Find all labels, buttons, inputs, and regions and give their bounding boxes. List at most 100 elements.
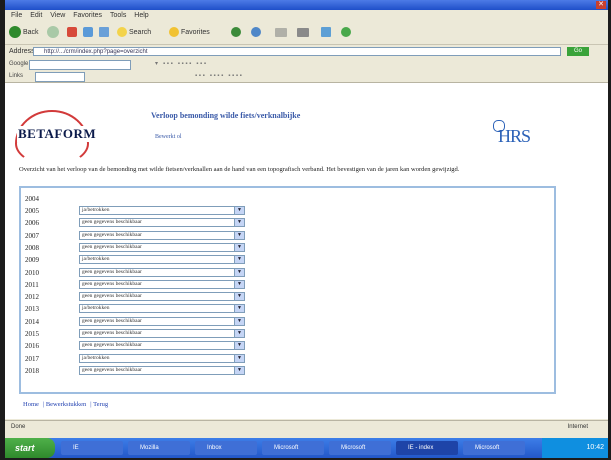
menu-view[interactable]: View xyxy=(50,12,65,19)
year-status-select[interactable]: ja/betrokken ▼ xyxy=(79,304,245,314)
chevron-down-icon[interactable]: ▼ xyxy=(234,243,244,251)
taskbar-item[interactable]: Microsoft xyxy=(262,441,324,455)
year-status-value: ja/betrokken xyxy=(82,256,110,263)
start-button[interactable]: start xyxy=(5,438,55,458)
year-status-select[interactable]: geen gegevens beschikbaar ▼ xyxy=(79,242,245,252)
links-input[interactable] xyxy=(35,72,85,82)
year-status-value: ja/betrokken xyxy=(82,354,110,361)
search-button[interactable]: Search xyxy=(117,26,151,40)
year-label: 2009 xyxy=(25,256,39,265)
chevron-down-icon[interactable]: ▼ xyxy=(234,293,244,301)
go-button[interactable]: Go xyxy=(567,47,589,56)
footer-link-home[interactable]: Home xyxy=(23,401,39,408)
chevron-down-icon[interactable]: ▼ xyxy=(234,317,244,325)
chevron-down-icon[interactable]: ▼ xyxy=(234,342,244,350)
back-button[interactable]: Back xyxy=(9,26,39,40)
menu-help[interactable]: Help xyxy=(134,12,148,19)
print-icon xyxy=(297,27,309,37)
menu-file[interactable]: File xyxy=(11,12,22,19)
history-icon xyxy=(251,27,261,38)
chevron-down-icon[interactable]: ▼ xyxy=(234,207,244,214)
taskbar: start IE Mozilla Inbox Microsoft Microsoft IE… xyxy=(5,438,608,458)
year-label: 2004 xyxy=(25,195,39,203)
year-status-select[interactable]: geen gegevens beschikbaar ▼ xyxy=(79,230,245,240)
year-status-select[interactable]: geen gegevens beschikbaar ▼ xyxy=(79,329,245,338)
media-button[interactable] xyxy=(231,26,243,40)
chevron-down-icon[interactable]: ▼ xyxy=(234,268,244,276)
betaform-logo: BETAFORM xyxy=(17,126,98,142)
year-status-select[interactable]: geen gegevens beschikbaar ▼ xyxy=(79,218,245,228)
chevron-down-icon[interactable]: ▼ xyxy=(234,305,244,313)
browser-toolbar: Back Search Favorites xyxy=(5,22,608,45)
menu-edit[interactable]: Edit xyxy=(30,12,42,19)
chevron-down-icon[interactable]: ▼ xyxy=(234,330,244,337)
links-toolbar-buttons[interactable]: ▪ ▪ ▪ ▪ ▪ ▪ ▪ ▪ ▪ ▪ ▪ xyxy=(195,70,242,82)
year-label: 2011 xyxy=(25,280,39,289)
year-status-value: geen gegevens beschikbaar xyxy=(82,366,142,373)
address-input[interactable]: http://.../crm/index.php?page=overzicht xyxy=(33,47,561,56)
favorites-button[interactable]: Favorites xyxy=(169,26,210,40)
intro-text: Overzicht van het verloop van de bemondi… xyxy=(19,166,460,173)
address-bar: Address http://.../crm/index.php?page=ov… xyxy=(5,45,608,58)
year-status-value: geen gegevens beschikbaar xyxy=(82,268,142,275)
year-status-select[interactable]: geen gegevens beschikbaar ▼ xyxy=(79,279,245,289)
chevron-down-icon[interactable]: ▼ xyxy=(234,256,244,264)
chevron-down-icon[interactable]: ▼ xyxy=(234,280,244,288)
stop-button[interactable] xyxy=(67,26,79,40)
forward-button[interactable] xyxy=(47,26,61,40)
year-status-value: geen gegevens beschikbaar xyxy=(82,219,142,226)
year-status-select[interactable]: geen gegevens beschikbaar ▼ xyxy=(79,365,245,375)
chevron-down-icon[interactable]: ▼ xyxy=(234,231,244,239)
google-toolbar-buttons[interactable]: ▾ ▪ ▪ ▪ ▪ ▪ ▪ ▪ ▪ ▪ ▪ xyxy=(155,58,206,70)
chevron-down-icon[interactable]: ▼ xyxy=(234,366,244,374)
year-status-select[interactable]: geen gegevens beschikbaar ▼ xyxy=(79,267,245,277)
menu-bar: File Edit View Favorites Tools Help xyxy=(5,10,608,22)
page-subtitle[interactable]: Bewerkt ol xyxy=(155,134,182,140)
media-icon xyxy=(231,27,241,38)
back-label: Back xyxy=(23,29,39,36)
year-status-value: geen gegevens beschikbaar xyxy=(82,231,142,238)
year-status-select[interactable]: ja/betrokken ▼ xyxy=(79,353,245,363)
mail-button[interactable] xyxy=(275,26,289,40)
footer-link-bewerkstukken[interactable]: Bewerkstukken xyxy=(46,401,86,408)
home-button[interactable] xyxy=(99,26,111,40)
close-icon[interactable]: ✕ xyxy=(596,1,606,9)
year-status-select[interactable]: geen gegevens beschikbaar ▼ xyxy=(79,292,245,302)
taskbar-item[interactable]: Inbox xyxy=(195,441,257,455)
taskbar-item[interactable]: Microsoft xyxy=(329,441,391,455)
google-toolbar: Google ▾ ▪ ▪ ▪ ▪ ▪ ▪ ▪ ▪ ▪ ▪ xyxy=(5,58,608,70)
window-titlebar: ✕ xyxy=(5,0,608,10)
taskbar-item[interactable]: Mozilla xyxy=(128,441,190,455)
year-selection-box: 2004 2005 ja/betrokken ▼ 2006 geen gegevens … xyxy=(19,186,556,394)
menu-tools[interactable]: Tools xyxy=(110,12,126,19)
year-status-select[interactable]: geen gegevens beschikbaar ▼ xyxy=(79,341,245,351)
year-label: 2007 xyxy=(25,231,39,240)
chevron-down-icon[interactable]: ▼ xyxy=(234,354,244,362)
refresh-button[interactable] xyxy=(83,26,95,40)
edit-button[interactable] xyxy=(321,26,333,40)
taskbar-item[interactable]: IE xyxy=(61,441,123,455)
year-label: 2014 xyxy=(25,317,39,326)
messenger-button[interactable] xyxy=(341,26,353,40)
year-status-select[interactable]: geen gegevens beschikbaar ▼ xyxy=(79,316,245,326)
status-bar: Done Internet xyxy=(5,420,608,433)
taskbar-item[interactable]: Microsoft xyxy=(463,441,525,455)
menu-favorites[interactable]: Favorites xyxy=(73,12,102,19)
print-button[interactable] xyxy=(297,26,311,40)
address-label: Address xyxy=(9,48,35,55)
taskbar-item[interactable]: IE - index xyxy=(396,441,458,455)
chevron-down-icon[interactable]: ▼ xyxy=(234,219,244,227)
year-status-value: geen gegevens beschikbaar xyxy=(82,317,142,324)
year-label: 2005 xyxy=(25,207,39,215)
google-search-input[interactable] xyxy=(29,60,131,70)
hrs-logo: HRS xyxy=(498,126,531,146)
footer-link-terug[interactable]: Terug xyxy=(93,401,108,408)
footer-links: Home | Bewerkstukken | Terug xyxy=(23,401,109,408)
history-button[interactable] xyxy=(251,26,263,40)
year-status-select[interactable]: ja/betrokken ▼ xyxy=(79,206,245,215)
year-label: 2017 xyxy=(25,354,39,363)
year-status-value: geen gegevens beschikbaar xyxy=(82,330,142,336)
search-icon xyxy=(117,27,127,38)
forward-arrow-icon xyxy=(47,26,59,39)
year-status-select[interactable]: ja/betrokken ▼ xyxy=(79,255,245,265)
